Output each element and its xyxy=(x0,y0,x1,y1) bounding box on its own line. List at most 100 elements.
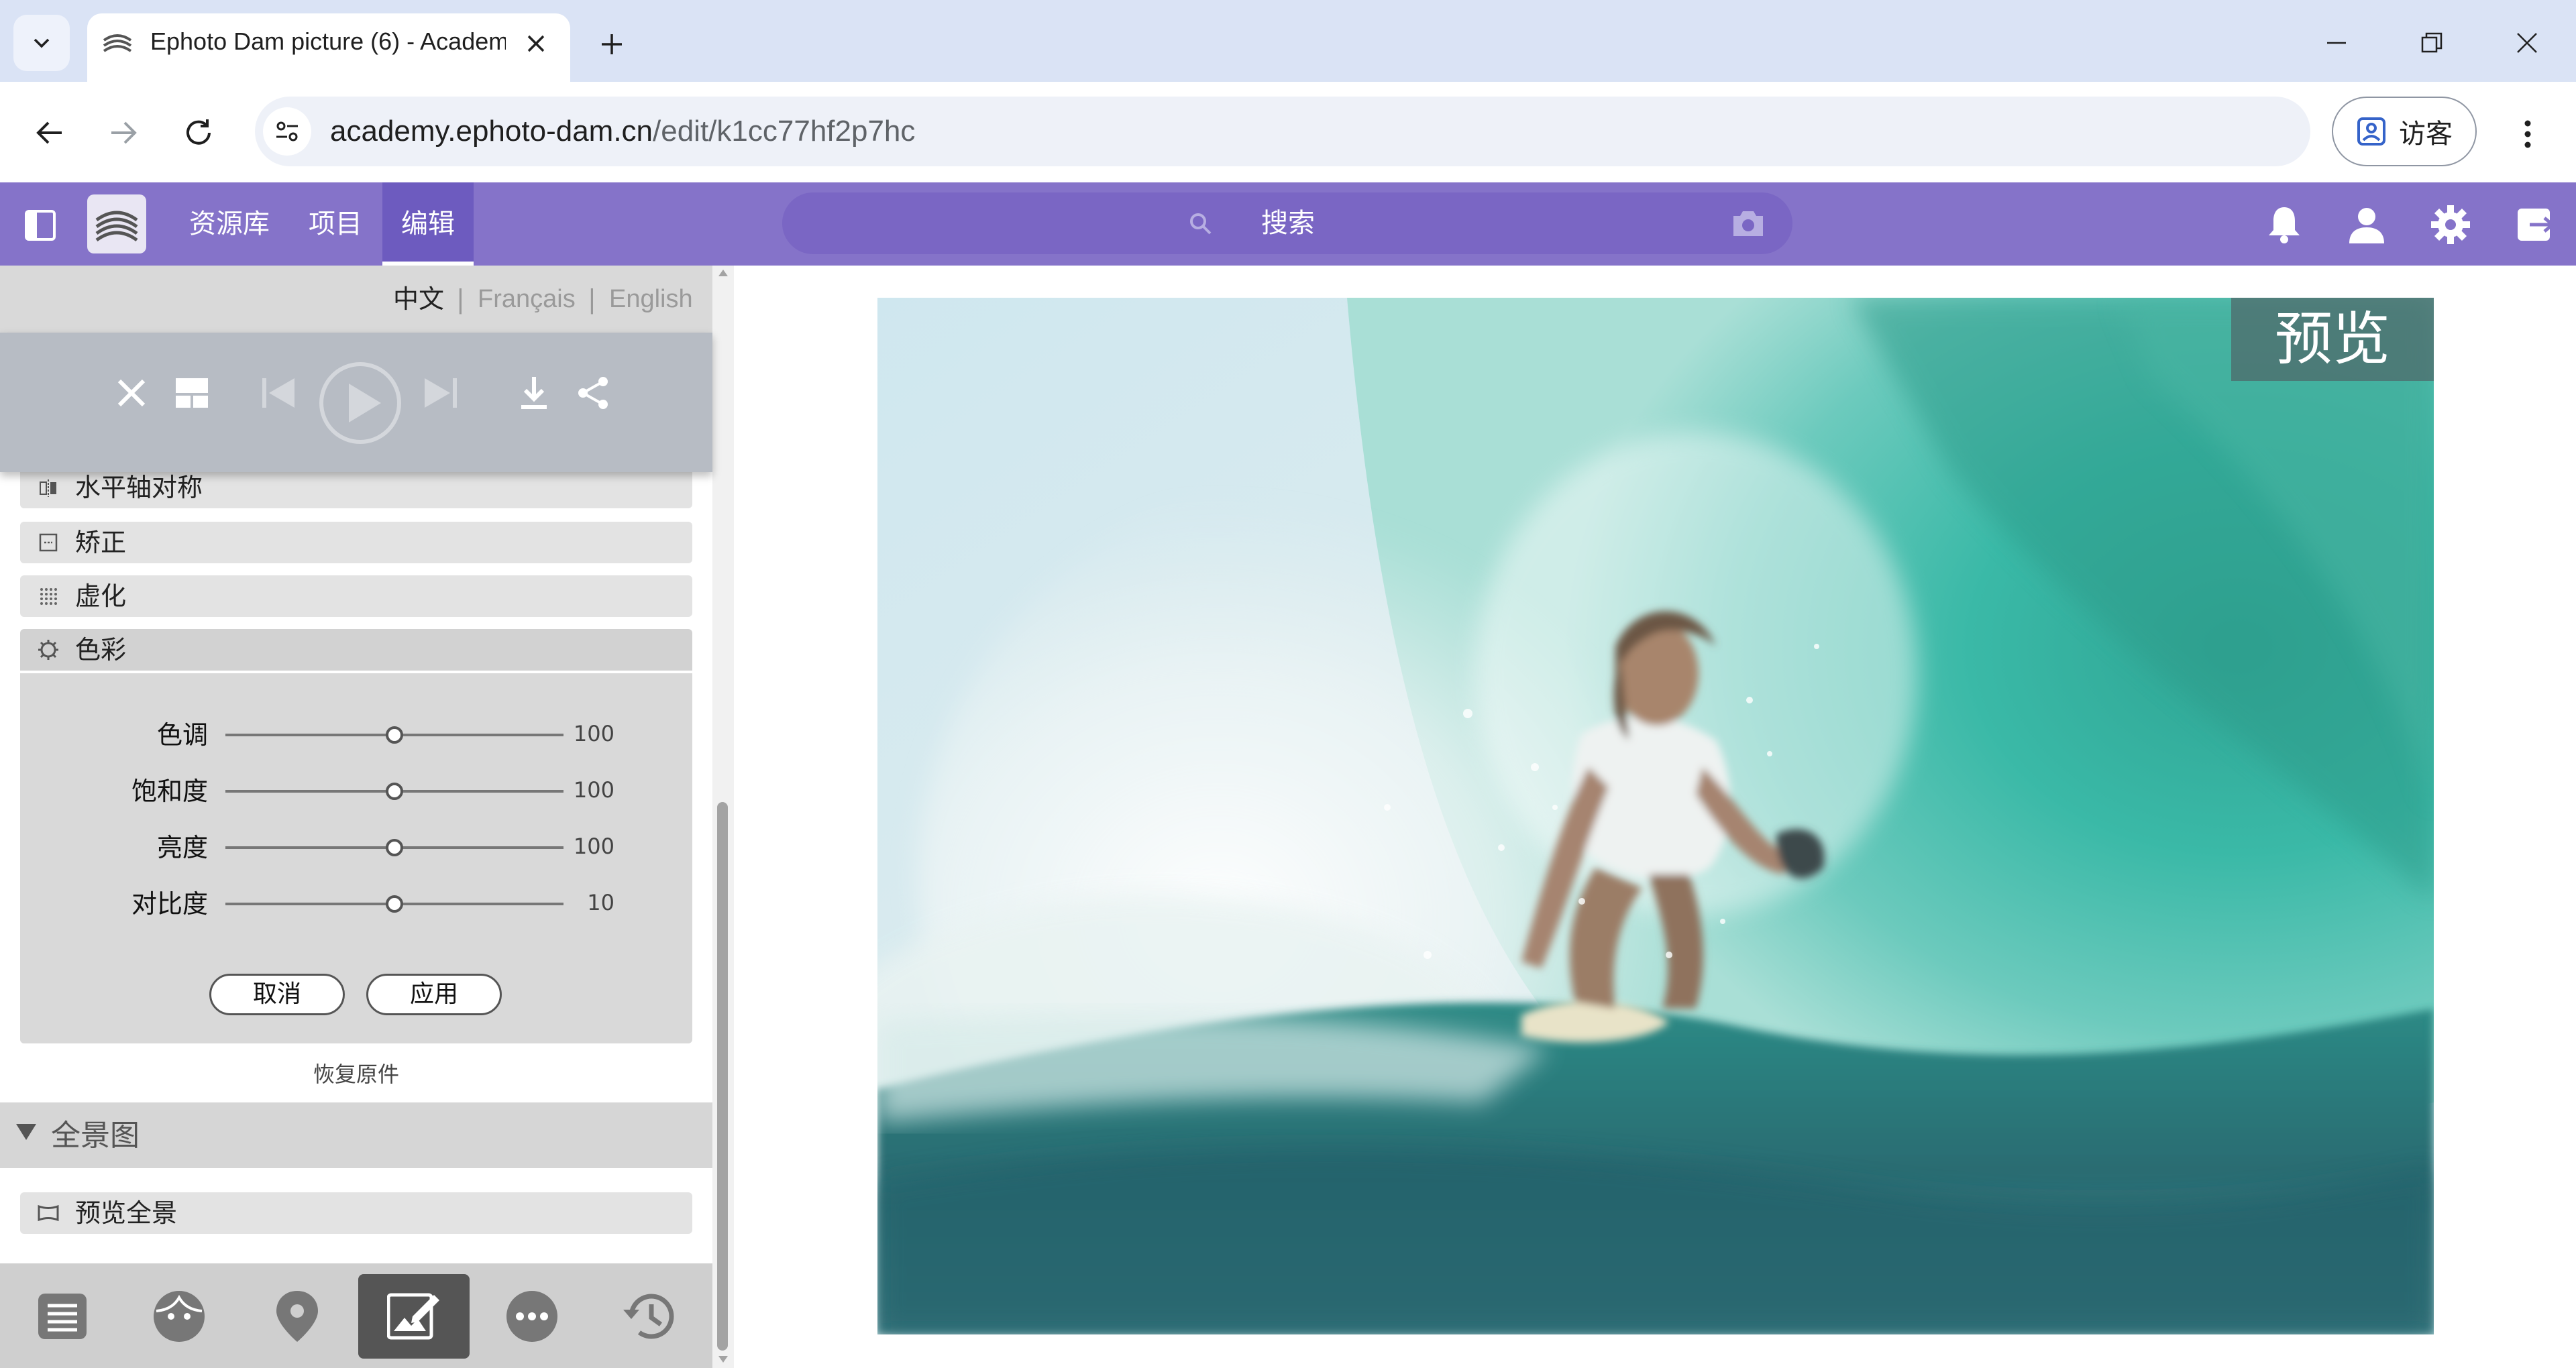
more-vertical-icon xyxy=(2524,120,2531,148)
hue-value: 100 xyxy=(573,721,614,746)
saturation-label: 饱和度 xyxy=(131,777,208,806)
minimize-button[interactable] xyxy=(2306,16,2367,70)
language-chinese[interactable]: 中文 xyxy=(393,282,444,317)
layout-icon xyxy=(176,378,208,408)
play-button[interactable] xyxy=(318,361,402,445)
settings-icon[interactable] xyxy=(2427,201,2474,248)
color-icon xyxy=(36,638,60,662)
tab-location[interactable] xyxy=(241,1274,353,1359)
chevron-down-icon xyxy=(34,38,50,48)
reload-icon xyxy=(186,119,211,145)
profile-icon xyxy=(2357,117,2385,146)
download-button[interactable] xyxy=(515,373,553,413)
search-icon xyxy=(1187,211,1214,237)
blur-icon xyxy=(36,584,60,608)
tab-close-button[interactable] xyxy=(518,25,554,62)
language-french[interactable]: Français xyxy=(478,282,576,317)
restore-window-icon xyxy=(2421,32,2443,53)
tab-list-button[interactable] xyxy=(13,15,70,71)
contrast-value: 10 xyxy=(587,890,614,915)
restore-original-link[interactable]: 恢复原件 xyxy=(0,1056,712,1093)
close-viewer-button[interactable] xyxy=(111,373,152,413)
preview-panorama-label: 预览全景 xyxy=(75,1198,178,1228)
close-icon xyxy=(527,35,545,52)
tune-icon xyxy=(276,121,298,141)
face-icon xyxy=(154,1291,205,1342)
tab-details[interactable] xyxy=(7,1274,118,1359)
sidebar-icon xyxy=(25,210,56,241)
browser-menu-button[interactable] xyxy=(2508,107,2548,161)
panorama-icon xyxy=(36,1201,60,1225)
favicon-icon xyxy=(101,27,134,60)
user-icon[interactable] xyxy=(2343,201,2390,248)
close-window-button[interactable] xyxy=(2497,16,2557,70)
plus-icon xyxy=(602,34,622,54)
tab-faces[interactable] xyxy=(123,1274,235,1359)
reload-button[interactable] xyxy=(172,106,225,160)
url-path: /edit/k1cc77hf2p7hc xyxy=(653,115,916,148)
scroll-up-icon[interactable] xyxy=(717,268,729,278)
tab-edit[interactable] xyxy=(358,1274,470,1359)
camera-icon[interactable] xyxy=(1731,208,1766,239)
nav-edit[interactable]: 编辑 xyxy=(382,182,474,266)
app-logo[interactable] xyxy=(87,194,146,253)
history-icon xyxy=(623,1294,674,1339)
saturation-value: 100 xyxy=(573,777,614,803)
list-icon xyxy=(38,1294,87,1339)
close-icon xyxy=(117,379,146,407)
forward-button[interactable] xyxy=(97,106,150,160)
triangle-down-icon xyxy=(15,1120,38,1143)
contrast-slider-thumb[interactable] xyxy=(386,895,403,913)
arrow-left-icon xyxy=(36,121,62,144)
hue-slider-thumb[interactable] xyxy=(386,726,403,744)
brightness-value: 100 xyxy=(573,834,614,859)
share-icon xyxy=(578,377,608,409)
location-pin-icon xyxy=(276,1291,318,1342)
notifications-icon[interactable] xyxy=(2261,201,2308,248)
flip-horizontal-icon xyxy=(36,476,60,500)
profile-button[interactable]: 访客 xyxy=(2332,97,2477,166)
scroll-down-icon[interactable] xyxy=(717,1355,729,1364)
language-bar xyxy=(0,266,712,333)
edit-image-icon xyxy=(387,1293,439,1340)
url-host: academy.ephoto-dam.cn xyxy=(330,115,653,148)
share-button[interactable] xyxy=(573,373,613,413)
previous-button[interactable] xyxy=(255,373,302,413)
cancel-button[interactable]: 取消 xyxy=(209,974,345,1015)
skip-previous-icon xyxy=(262,378,294,408)
contrast-label: 对比度 xyxy=(131,889,208,919)
sidebar-toggle-button[interactable] xyxy=(20,205,60,245)
back-button[interactable] xyxy=(23,106,76,160)
site-info-button[interactable] xyxy=(263,107,311,156)
nav-library[interactable]: 资源库 xyxy=(182,182,276,266)
scrollbar-thumb[interactable] xyxy=(717,802,728,1351)
url-text[interactable]: academy.ephoto-dam.cn/edit/k1cc77hf2p7hc xyxy=(330,113,915,150)
logout-icon[interactable] xyxy=(2512,201,2559,248)
language-separator: | xyxy=(588,284,596,314)
language-english[interactable]: English xyxy=(609,282,693,317)
next-button[interactable] xyxy=(417,373,464,413)
tab-more[interactable] xyxy=(476,1274,588,1359)
new-tab-button[interactable] xyxy=(590,23,633,66)
logo-icon xyxy=(95,211,138,242)
brightness-slider-thumb[interactable] xyxy=(386,839,403,856)
preview-badge: 预览 xyxy=(2231,298,2434,381)
profile-label: 访客 xyxy=(2399,119,2453,150)
apply-button[interactable]: 应用 xyxy=(366,974,502,1015)
close-icon xyxy=(2517,33,2537,53)
tab-history[interactable] xyxy=(594,1274,706,1359)
minimize-icon xyxy=(2327,42,2346,44)
tool-color-label: 色彩 xyxy=(75,635,127,665)
nav-projects[interactable]: 项目 xyxy=(299,182,372,266)
arrow-right-icon xyxy=(111,121,137,144)
restore-button[interactable] xyxy=(2402,16,2462,70)
tool-straighten-label: 矫正 xyxy=(75,528,127,557)
layout-button[interactable] xyxy=(172,373,212,413)
search-placeholder: 搜索 xyxy=(1261,208,1315,239)
more-horizontal-icon xyxy=(506,1291,557,1342)
hue-label: 色调 xyxy=(156,720,208,750)
language-separator: | xyxy=(456,284,465,314)
saturation-slider-thumb[interactable] xyxy=(386,783,403,800)
straighten-icon xyxy=(36,530,60,555)
tool-flip-horizontal-label: 水平轴对称 xyxy=(75,473,203,502)
